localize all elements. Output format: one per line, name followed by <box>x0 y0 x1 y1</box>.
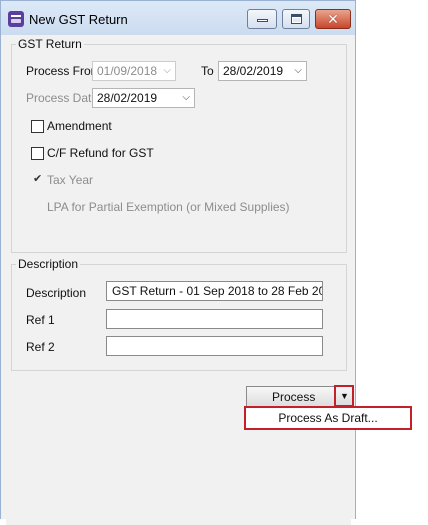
process-date-value: 28/02/2019 <box>97 91 158 105</box>
dropdown-arrow-icon: ▼ <box>340 391 349 401</box>
ref2-input[interactable] <box>106 336 323 356</box>
chevron-down-icon: ⌵ <box>163 65 171 76</box>
to-date-value: 28/02/2019 <box>223 64 284 78</box>
ref1-label: Ref 1 <box>26 313 55 327</box>
close-button[interactable]: ✕ <box>315 9 351 29</box>
description-input[interactable]: GST Return - 01 Sep 2018 to 28 Feb 2019 <box>106 281 323 301</box>
description-legend: Description <box>16 257 81 271</box>
process-button[interactable]: Process <box>246 386 339 408</box>
ref2-label: Ref 2 <box>26 340 55 354</box>
description-label: Description <box>26 286 87 300</box>
title-bar[interactable]: New GST Return ✕ <box>1 1 355 35</box>
close-icon: ✕ <box>327 11 339 27</box>
chevron-down-icon[interactable]: ⌵ <box>182 89 190 107</box>
window-title: New GST Return <box>29 12 128 27</box>
to-label: To <box>201 64 214 78</box>
dialog-body: GST Return Process From 01/09/2018 ⌵ To … <box>6 35 351 525</box>
process-dropdown-button[interactable]: ▼ <box>334 385 354 407</box>
amendment-checkbox[interactable] <box>31 120 44 133</box>
process-date-combo[interactable]: 28/02/2019 ⌵ <box>92 88 195 108</box>
process-from-combo: 01/09/2018 ⌵ <box>92 61 176 81</box>
checkmark-icon: ✔ <box>33 173 43 185</box>
gst-return-legend: GST Return <box>16 37 84 51</box>
cf-refund-checkbox[interactable] <box>31 147 44 160</box>
process-from-value: 01/09/2018 <box>97 64 158 78</box>
to-date-combo[interactable]: 28/02/2019 ⌵ <box>218 61 307 81</box>
gst-return-group: GST Return Process From 01/09/2018 ⌵ To … <box>11 37 347 253</box>
process-from-label: Process From <box>26 64 101 78</box>
lpa-label: LPA for Partial Exemption (or Mixed Supp… <box>47 200 290 214</box>
amendment-label: Amendment <box>47 119 112 133</box>
description-group: Description Description GST Return - 01 … <box>11 257 347 371</box>
minimize-button[interactable] <box>247 9 277 29</box>
minimize-icon <box>257 19 268 22</box>
maximize-icon <box>291 14 302 24</box>
ref1-input[interactable] <box>106 309 323 329</box>
maximize-button[interactable] <box>282 9 310 29</box>
process-date-label: Process Date <box>26 91 99 105</box>
new-gst-return-window: New GST Return ✕ GST Return Process From… <box>0 0 356 525</box>
cf-refund-label: C/F Refund for GST <box>47 146 154 160</box>
app-icon <box>8 11 24 27</box>
tax-year-label: Tax Year <box>47 173 94 187</box>
process-as-draft-menu-item[interactable]: Process As Draft... <box>244 406 412 430</box>
chevron-down-icon[interactable]: ⌵ <box>294 62 302 80</box>
